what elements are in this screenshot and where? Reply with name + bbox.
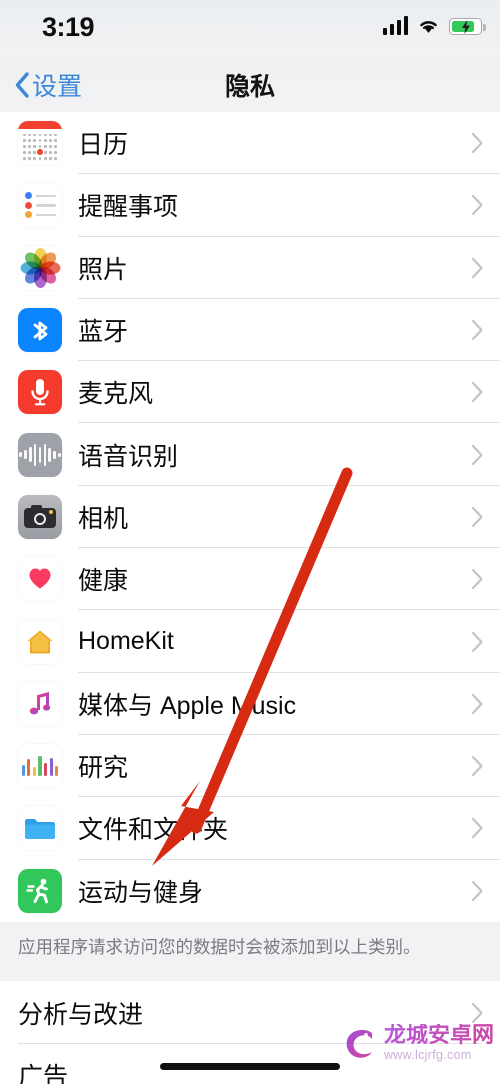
list-item[interactable]: 研究 <box>0 734 500 798</box>
list-item-label: 运动与健身 <box>78 878 204 907</box>
watermark: 龙城安卓网 www.lcjrfg.com <box>342 1024 494 1062</box>
status-bar-indicators <box>382 16 486 35</box>
list-item-label: 广告 <box>18 1062 69 1084</box>
list-item-label: 分析与改进 <box>18 1000 144 1029</box>
watermark-name: 龙城安卓网 <box>383 1022 494 1048</box>
chevron-right-icon <box>471 880 483 901</box>
chevron-right-icon <box>471 319 483 341</box>
settings-scroll-area[interactable]: 日历 提醒事项 照片 蓝牙 麦克风 语音识别 相机 健康 HomeKit 媒体与… <box>0 112 500 1084</box>
microphone-icon <box>18 370 62 415</box>
dragon-logo-icon <box>342 1024 380 1062</box>
homekit-house-icon <box>18 619 62 664</box>
watermark-url: www.lcjrfg.com <box>383 1048 472 1063</box>
status-bar: 3:19 <box>0 0 500 58</box>
page-title: 隐私 <box>224 73 275 101</box>
navigation-bar: 设置 隐私 <box>0 58 500 112</box>
list-item[interactable]: 日历 <box>0 112 500 175</box>
chevron-right-icon <box>471 693 483 714</box>
list-item-label: 相机 <box>78 504 129 533</box>
list-item-label: 语音识别 <box>78 442 179 471</box>
list-item[interactable]: 语音识别 <box>0 423 500 486</box>
chevron-right-icon <box>471 756 483 777</box>
photos-icon <box>18 245 62 290</box>
battery-charging-icon <box>449 18 486 35</box>
list-item-label: 麦克风 <box>78 380 154 409</box>
list-item[interactable]: 提醒事项 <box>0 174 500 237</box>
chevron-right-icon <box>471 133 483 154</box>
home-indicator <box>160 1063 340 1070</box>
status-bar-clock: 3:19 <box>42 12 95 42</box>
list-item-label: 媒体与 Apple Music <box>78 691 297 720</box>
list-item[interactable]: 运动与健身 <box>0 859 500 922</box>
research-bars-icon <box>18 744 62 789</box>
list-item-label: 日历 <box>78 131 129 160</box>
camera-icon <box>18 494 62 539</box>
list-item[interactable]: 文件和文件夹 <box>0 797 500 860</box>
speech-recognition-icon <box>18 432 62 477</box>
bluetooth-icon <box>18 308 62 353</box>
list-item-label: HomeKit <box>78 627 174 656</box>
list-item[interactable]: 麦克风 <box>0 361 500 424</box>
chevron-right-icon <box>471 631 483 652</box>
chevron-right-icon <box>471 444 483 465</box>
chevron-right-icon <box>471 257 483 278</box>
section-footnote: 应用程序请求访问您的数据时会被添加到以上类别。 <box>0 921 500 960</box>
list-item-label: 蓝牙 <box>78 318 129 347</box>
list-item-label: 文件和文件夹 <box>78 816 229 845</box>
list-item-label: 研究 <box>78 754 129 783</box>
cellular-bars-icon <box>382 16 408 35</box>
chevron-right-icon <box>471 569 483 590</box>
chevron-right-icon <box>471 1002 483 1023</box>
iphone-screen: 3:19 设置 隐私 日历 提醒事项 照片 蓝牙 麦克风 语音识别 相机 健康 … <box>0 0 500 1084</box>
privacy-permissions-group: 日历 提醒事项 照片 蓝牙 麦克风 语音识别 相机 健康 HomeKit 媒体与… <box>0 112 500 922</box>
chevron-right-icon <box>471 818 483 839</box>
list-item-label: 健康 <box>78 567 129 596</box>
motion-fitness-runner-icon <box>18 868 62 913</box>
reminders-icon <box>18 183 62 228</box>
list-item[interactable]: 照片 <box>0 236 500 299</box>
calendar-icon <box>18 121 62 166</box>
wifi-icon <box>417 17 440 35</box>
apple-music-note-icon <box>18 681 62 726</box>
chevron-right-icon <box>471 506 483 528</box>
chevron-right-icon <box>471 382 483 403</box>
files-folder-icon <box>18 806 62 851</box>
list-item[interactable]: 健康 <box>0 548 500 611</box>
chevron-right-icon <box>471 195 483 216</box>
list-item-label: 提醒事项 <box>78 193 179 222</box>
section-gap <box>0 959 500 982</box>
list-item[interactable]: 媒体与 Apple Music <box>0 672 500 735</box>
list-item[interactable]: 相机 <box>0 485 500 549</box>
health-heart-icon <box>18 557 62 602</box>
list-item-label: 照片 <box>78 255 129 284</box>
list-item[interactable]: 蓝牙 <box>0 298 500 362</box>
list-item[interactable]: HomeKit <box>0 610 500 673</box>
